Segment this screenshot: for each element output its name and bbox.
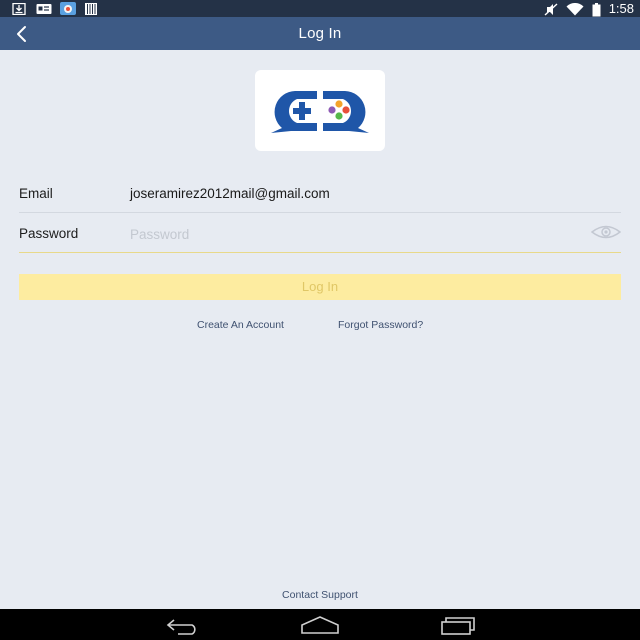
password-field[interactable] [130,223,570,245]
wifi-icon [566,2,584,16]
password-row: Password [19,213,622,253]
password-label: Password [19,226,79,241]
nav-recent-apps-button[interactable] [438,614,478,636]
contact-support-link[interactable]: Contact Support [0,589,640,601]
show-password-button[interactable] [590,223,622,241]
recent-apps-icon [438,617,478,640]
login-button[interactable]: Log In [19,274,621,300]
create-account-link[interactable]: Create An Account [197,319,284,331]
status-time: 1:58 [608,1,634,16]
card-icon [36,2,52,14]
status-bar-system: 1:58 [544,1,634,16]
app-logo [255,70,385,151]
system-nav-bar [0,609,640,640]
status-bar-notifications [12,2,98,16]
barcode-icon [84,2,98,15]
page-title: Log In [298,25,342,42]
battery-icon [592,2,601,16]
forgot-password-link[interactable]: Forgot Password? [338,319,423,331]
email-label: Email [19,186,53,201]
email-field[interactable]: joseramirez2012mail@gmail.com [130,186,330,201]
nav-home-button[interactable] [300,614,340,636]
status-bar: 1:58 [0,0,640,17]
mute-icon [544,2,558,16]
download-icon [12,2,26,16]
home-icon [300,616,340,640]
back-icon [164,619,204,640]
eye-icon [590,225,622,245]
photo-app-icon [60,2,76,15]
email-row: Email joseramirez2012mail@gmail.com [19,173,621,213]
app-bar: Log In [0,17,640,50]
nav-back-button[interactable] [164,614,204,636]
gamepad-chat-logo-icon [255,91,385,155]
